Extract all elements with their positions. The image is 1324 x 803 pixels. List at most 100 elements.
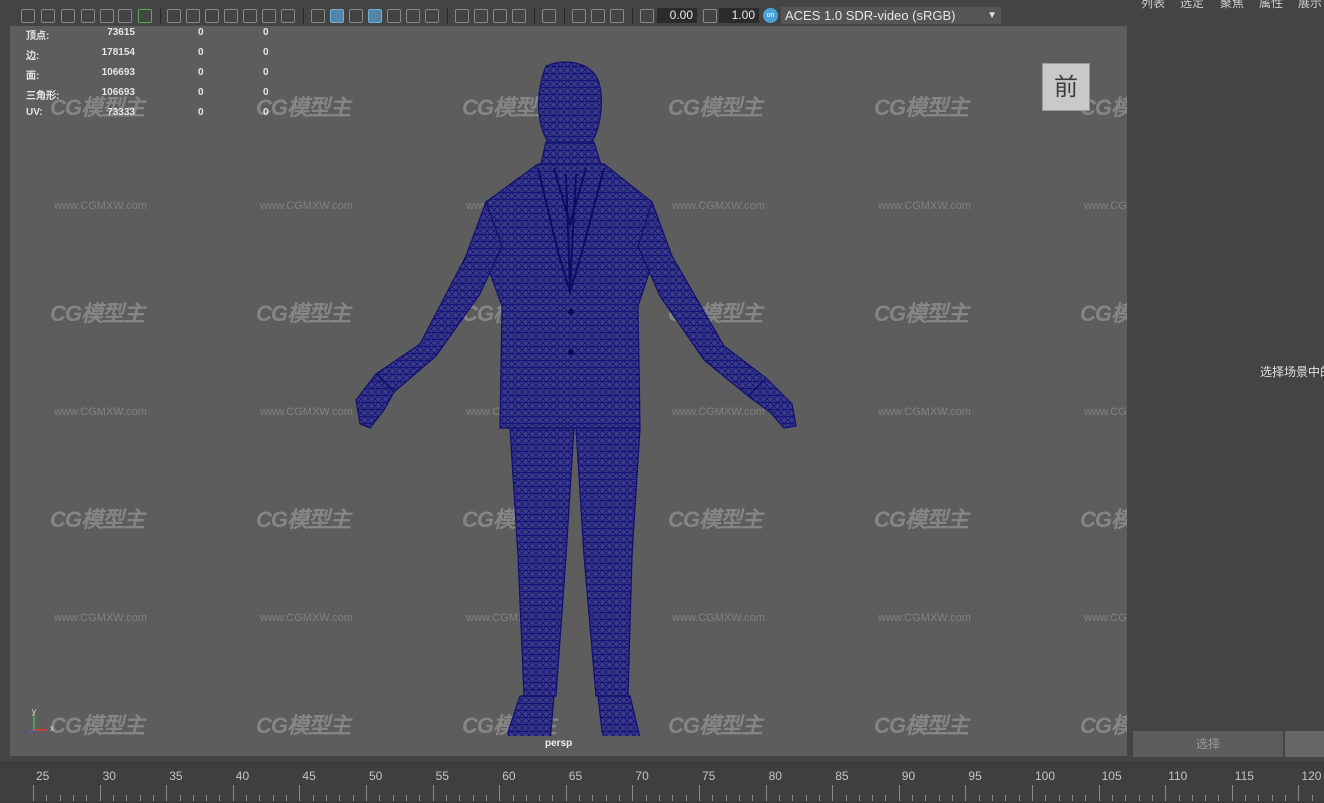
lights-icon[interactable] bbox=[406, 9, 420, 23]
timeline-minor-tick bbox=[1285, 795, 1287, 801]
axis-x-label: x bbox=[50, 724, 54, 733]
timeline-minor-tick bbox=[179, 795, 181, 801]
watermark-logo: CG模型主 bbox=[50, 507, 145, 532]
watermark-url: www.CGMXW.com bbox=[1084, 200, 1127, 212]
outliner-panel: 列表 选定 聚焦 属性 展示 选择场景中的 选择 bbox=[1131, 0, 1324, 758]
timeline-tick-label: 90 bbox=[901, 769, 916, 783]
exposure-field[interactable]: 0.00 bbox=[657, 8, 697, 23]
timeline-tick-label: 55 bbox=[435, 769, 449, 783]
select-button[interactable]: 选择 bbox=[1133, 731, 1283, 757]
timeline-minor-tick bbox=[352, 795, 354, 801]
camera-attributes-icon[interactable] bbox=[41, 9, 55, 23]
timeline-tick-label: 50 bbox=[369, 769, 383, 783]
gate-mask-icon[interactable] bbox=[224, 9, 238, 23]
viewcube[interactable]: 前 bbox=[1042, 63, 1090, 111]
timeline-minor-tick bbox=[712, 795, 714, 801]
watermark-logo: CG模型主 bbox=[256, 301, 351, 326]
gamma-field[interactable]: 1.00 bbox=[719, 8, 759, 23]
depth-of-field-icon[interactable] bbox=[512, 9, 526, 23]
watermark-logo: CG模型主 bbox=[874, 95, 969, 120]
timeline-tick-label: 75 bbox=[702, 769, 716, 783]
bookmark-icon[interactable] bbox=[61, 9, 75, 23]
wireframe-character-model[interactable] bbox=[340, 56, 800, 736]
chevron-down-icon: ▼ bbox=[987, 10, 997, 21]
2d-pan-zoom-icon[interactable] bbox=[100, 9, 114, 23]
timeline-minor-tick bbox=[619, 795, 621, 801]
textured-icon[interactable] bbox=[387, 9, 401, 23]
tab-list[interactable]: 列表 bbox=[1141, 0, 1165, 11]
camera-select-icon[interactable] bbox=[21, 9, 35, 23]
tab-attributes[interactable]: 属性 bbox=[1259, 0, 1283, 11]
timeline-tick-label: 30 bbox=[102, 769, 116, 783]
motion-blur-icon[interactable] bbox=[474, 9, 488, 23]
timeline-minor-tick bbox=[885, 795, 887, 801]
xray-joints-icon[interactable] bbox=[591, 9, 605, 23]
safe-action-icon[interactable] bbox=[262, 9, 276, 23]
safe-title-icon[interactable] bbox=[281, 9, 295, 23]
timeline-minor-tick bbox=[1258, 795, 1260, 801]
image-plane-icon[interactable] bbox=[81, 9, 95, 23]
secondary-button[interactable] bbox=[1285, 731, 1324, 757]
resolution-gate-icon[interactable] bbox=[205, 9, 219, 23]
timeline-minor-tick bbox=[139, 795, 141, 801]
view-transform-select[interactable]: ACES 1.0 SDR-video (sRGB) ▼ bbox=[781, 7, 1001, 24]
wireframe-on-shaded-icon[interactable] bbox=[368, 9, 382, 23]
color-management-icon[interactable]: on bbox=[763, 8, 778, 23]
timeline-minor-tick bbox=[672, 795, 674, 801]
xray-components-icon[interactable] bbox=[610, 9, 624, 23]
anti-aliasing-icon[interactable] bbox=[493, 9, 507, 23]
timeline-minor-tick bbox=[152, 795, 154, 801]
timeline-minor-tick bbox=[72, 795, 74, 801]
timeline-major-tick bbox=[366, 785, 367, 801]
watermark-logo: CG模型主 bbox=[1080, 507, 1127, 532]
grease-pencil-icon[interactable] bbox=[118, 9, 132, 23]
timeline-major-tick bbox=[699, 785, 700, 801]
time-slider[interactable]: 25 30 35 40 45 50 55 60 65 70 75 80 85 90 95 100 105 110 1… bbox=[0, 762, 1324, 803]
timeline-minor-tick bbox=[246, 795, 248, 801]
watermark-logo: CG模型主 bbox=[874, 713, 969, 738]
timeline-minor-tick bbox=[685, 795, 687, 801]
grid-icon[interactable] bbox=[167, 9, 181, 23]
timeline-minor-tick bbox=[459, 795, 461, 801]
tab-selected[interactable]: 选定 bbox=[1180, 0, 1204, 11]
timeline-minor-tick bbox=[192, 795, 194, 801]
watermark-url: www.CGMXW.com bbox=[1084, 612, 1127, 624]
isolate-select-icon[interactable] bbox=[542, 9, 556, 23]
timeline-minor-tick bbox=[1138, 795, 1140, 801]
watermark-logo: CG模型主 bbox=[256, 95, 351, 120]
outliner-hint: 选择场景中的 bbox=[1260, 365, 1324, 379]
watermark-logo: CG模型主 bbox=[1080, 713, 1127, 738]
wireframe-icon[interactable] bbox=[311, 9, 325, 23]
timeline-minor-tick bbox=[778, 795, 780, 801]
3d-viewport[interactable]: CG模型主 www.CGMXW.com CG模型主 www.CGMXW.com CG模型… bbox=[10, 26, 1127, 756]
screen-space-ao-icon[interactable] bbox=[455, 9, 469, 23]
timeline-minor-tick bbox=[379, 795, 381, 801]
smooth-shade-icon[interactable] bbox=[330, 9, 344, 23]
film-gate-icon[interactable] bbox=[186, 9, 200, 23]
timeline-major-tick bbox=[632, 785, 634, 801]
tab-display[interactable]: 展示 bbox=[1298, 0, 1322, 11]
shadows-icon[interactable] bbox=[425, 9, 439, 23]
timeline-major-tick bbox=[166, 785, 168, 801]
xray-icon[interactable] bbox=[572, 9, 586, 23]
timeline-minor-tick bbox=[512, 795, 514, 801]
timeline-major-tick bbox=[765, 785, 767, 801]
tab-focus[interactable]: 聚焦 bbox=[1220, 0, 1244, 11]
watermark-logo: CG模型主 bbox=[874, 301, 969, 326]
timeline-minor-tick bbox=[312, 795, 314, 801]
timeline-tick-label: 85 bbox=[835, 769, 849, 783]
pencil-icon[interactable] bbox=[138, 9, 152, 23]
default-material-icon[interactable] bbox=[349, 9, 363, 23]
watermark-url: www.CGMXW.com bbox=[54, 200, 147, 212]
timeline-minor-tick bbox=[552, 795, 554, 801]
timeline-major-tick bbox=[1231, 785, 1233, 801]
gamma-icon[interactable] bbox=[703, 9, 717, 23]
field-chart-icon[interactable] bbox=[243, 9, 257, 23]
exposure-icon[interactable] bbox=[640, 9, 654, 23]
time-slider-track[interactable]: 25 30 35 40 45 50 55 60 65 70 75 80 85 90 95 100 105 110 1… bbox=[0, 765, 1324, 801]
timeline-minor-tick bbox=[738, 795, 740, 801]
watermark-url: www.CGMXW.com bbox=[54, 612, 147, 624]
timeline-minor-tick bbox=[126, 795, 128, 801]
timeline-minor-tick bbox=[86, 795, 88, 801]
timeline-minor-tick bbox=[219, 795, 221, 801]
